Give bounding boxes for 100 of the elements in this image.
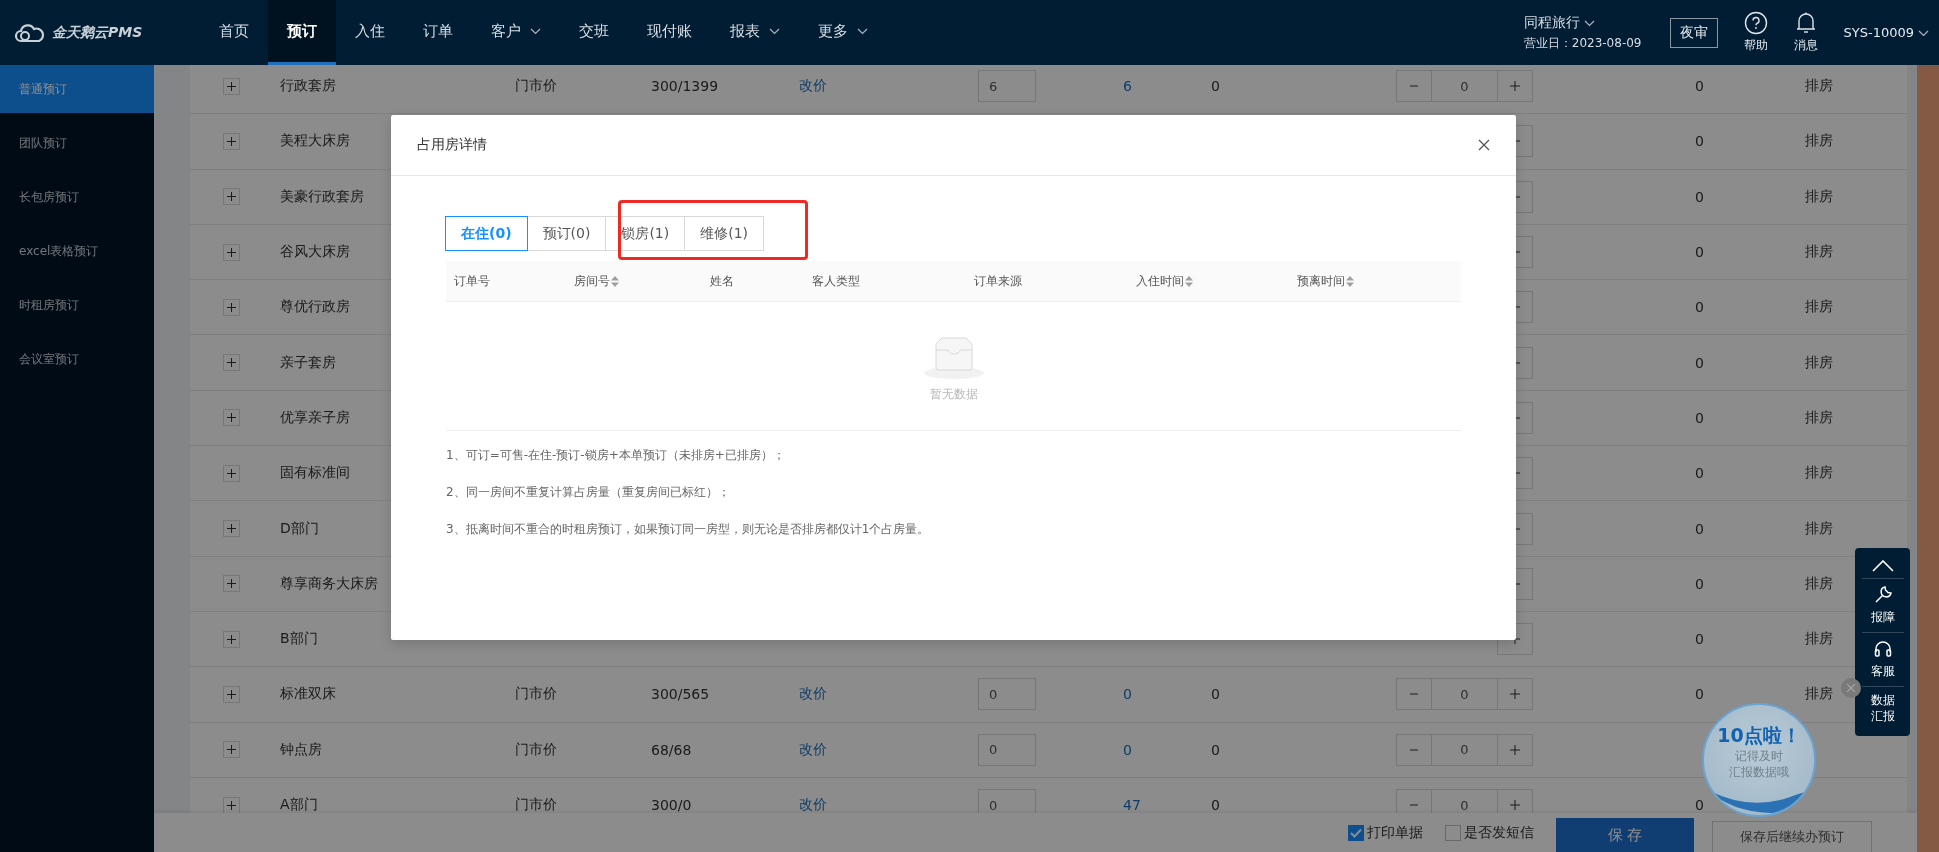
expand-icon[interactable]: [222, 77, 240, 95]
rate-type: 门市价: [515, 685, 557, 704]
expand-icon[interactable]: [222, 575, 240, 593]
table-cell: 0: [1695, 188, 1704, 205]
expand-icon[interactable]: [222, 796, 240, 813]
expand-icon[interactable]: [222, 630, 240, 648]
expand-icon[interactable]: [222, 354, 240, 372]
close-icon[interactable]: [1478, 139, 1490, 151]
table-cell: 0: [1695, 631, 1704, 648]
assign-room-link[interactable]: 排房: [1805, 519, 1833, 538]
expand-icon[interactable]: [222, 520, 240, 537]
room-type-name: A部门: [280, 796, 318, 813]
chevron-up-icon: [1871, 560, 1894, 572]
nav-tab[interactable]: 现付账: [628, 0, 711, 65]
tab[interactable]: 锁房(1): [605, 216, 686, 251]
checkbox[interactable]: [1348, 824, 1364, 841]
expand-icon[interactable]: [222, 132, 240, 150]
nav-tab[interactable]: 交班: [560, 0, 628, 65]
expand-icon[interactable]: [222, 243, 240, 261]
change-price-link[interactable]: 改价: [799, 685, 827, 704]
expand-icon[interactable]: [222, 685, 240, 703]
table-cell: 0: [1695, 299, 1704, 316]
expand-icon[interactable]: [222, 188, 240, 206]
expand-icon[interactable]: [222, 464, 240, 482]
assign-room-link[interactable]: 排房: [1805, 574, 1833, 593]
room-type-name: 固有标准间: [280, 464, 350, 483]
rate-type: 门市价: [515, 77, 557, 96]
checkbox-label: 是否发短信: [1464, 823, 1534, 842]
data-report-button[interactable]: 数据汇报: [1867, 687, 1898, 731]
rate-type: 门市价: [515, 796, 557, 813]
quantity-field[interactable]: 0: [978, 678, 1036, 711]
price-text: 68/68: [651, 741, 692, 758]
available-count-link[interactable]: 6: [1123, 78, 1132, 95]
column-header: 订单来源: [974, 272, 1022, 290]
hotel-selector[interactable]: 同程旅行: [1523, 13, 1642, 32]
nav-tab[interactable]: 首页: [200, 0, 268, 65]
sidebar-item[interactable]: 普通预订: [0, 65, 154, 113]
chevron-down-icon: [769, 27, 780, 35]
nav-tab[interactable]: 订单: [404, 0, 472, 65]
chevron-down-icon: [1918, 30, 1929, 37]
customer-service-button[interactable]: 客服: [1861, 633, 1904, 687]
change-price-link[interactable]: 改价: [799, 796, 827, 813]
tab[interactable]: 维修(1): [684, 216, 765, 251]
sidebar-item[interactable]: 团队预订: [0, 119, 154, 167]
user-menu[interactable]: SYS-10009: [1843, 25, 1929, 40]
night-audit-button[interactable]: 夜审: [1669, 17, 1718, 48]
sidebar-item[interactable]: 长包房预订: [0, 173, 154, 221]
messages-button[interactable]: 消息: [1793, 11, 1818, 54]
tab[interactable]: 在住(0): [445, 216, 528, 251]
assign-room-link[interactable]: 排房: [1805, 243, 1833, 262]
assign-room-link[interactable]: 排房: [1805, 685, 1833, 704]
tab[interactable]: 预订(0): [526, 216, 607, 251]
checkbox-label: 打印单据: [1367, 823, 1423, 842]
minus-icon: [1410, 804, 1418, 806]
assign-room-link[interactable]: 排房: [1805, 464, 1833, 483]
assign-room-link[interactable]: 排房: [1805, 298, 1833, 317]
nav-tab[interactable]: 客户: [472, 0, 560, 65]
room-type-name: 优享亲子房: [280, 408, 350, 427]
empty-inbox-icon: [921, 335, 986, 380]
table-cell: 0: [1211, 797, 1220, 813]
nav-tab[interactable]: 报表: [711, 0, 799, 65]
sidebar-item[interactable]: excel表格预订: [0, 227, 154, 275]
expand-icon[interactable]: [222, 298, 240, 316]
available-count-link[interactable]: 0: [1123, 741, 1132, 758]
assign-room-link[interactable]: 排房: [1805, 630, 1833, 649]
expand-icon[interactable]: [222, 409, 240, 427]
help-icon: [1743, 11, 1768, 35]
quantity-field[interactable]: 6: [978, 70, 1036, 103]
headset-icon: [1872, 639, 1893, 659]
change-price-link[interactable]: 改价: [799, 740, 827, 759]
sidebar-item[interactable]: 会议室预订: [0, 335, 154, 383]
nav-tab[interactable]: 预订: [268, 0, 336, 65]
nav-tab[interactable]: 入住: [336, 0, 404, 65]
available-count-link[interactable]: 0: [1123, 686, 1132, 703]
expand-icon[interactable]: [222, 741, 240, 759]
available-count-link[interactable]: 47: [1123, 797, 1141, 813]
assign-room-link[interactable]: 排房: [1805, 132, 1833, 151]
column-header: 房间号: [574, 272, 610, 290]
assign-room-link[interactable]: 排房: [1805, 408, 1833, 427]
report-issue-button[interactable]: 报障: [1861, 579, 1904, 633]
room-type-name: B部门: [280, 630, 318, 649]
table-cell: 0: [1695, 409, 1704, 426]
column-header: 订单号: [454, 272, 490, 290]
assign-room-link[interactable]: 排房: [1805, 77, 1833, 96]
save-and-continue-button[interactable]: 保存后继续办预订: [1712, 820, 1872, 852]
quantity-field[interactable]: 0: [978, 733, 1036, 766]
plus-icon: [1510, 81, 1520, 92]
change-price-link[interactable]: 改价: [799, 77, 827, 96]
assign-room-link[interactable]: 排房: [1805, 187, 1833, 206]
help-button[interactable]: 帮助: [1743, 11, 1768, 54]
nav-tab[interactable]: 更多: [799, 0, 887, 65]
checkbox[interactable]: [1445, 824, 1461, 841]
sidebar-item[interactable]: 时租房预订: [0, 281, 154, 329]
assign-room-link[interactable]: 排房: [1805, 353, 1833, 372]
bubble-title: 10点啦！: [1717, 723, 1801, 748]
room-type-name: 标准双床: [280, 685, 336, 704]
close-icon[interactable]: [1841, 678, 1861, 698]
price-text: 300/565: [651, 686, 710, 703]
plus-icon: [1510, 689, 1520, 700]
save-button[interactable]: 保 存: [1556, 817, 1694, 852]
